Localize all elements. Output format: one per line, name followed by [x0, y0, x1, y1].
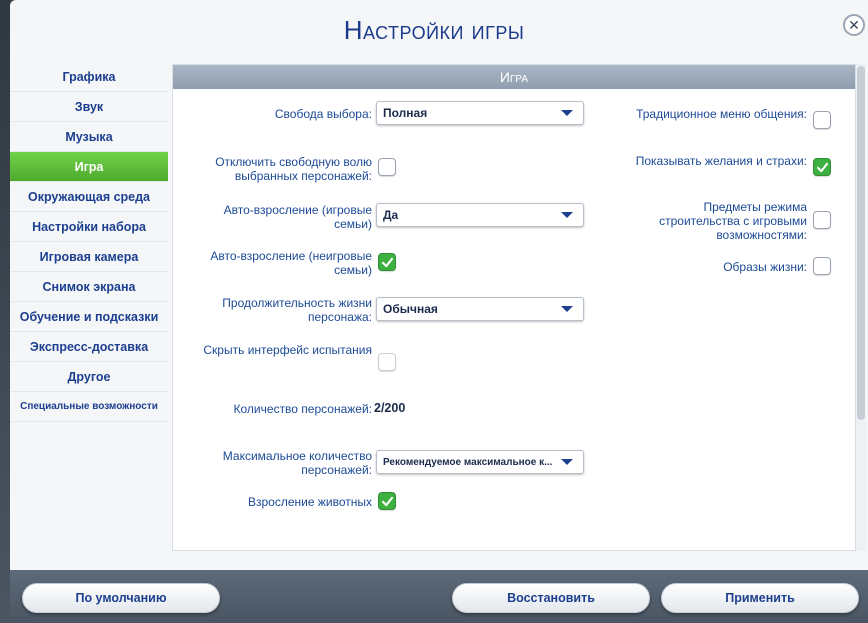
disable-free-will-label: Отключить свободную волю выбранных персо… — [215, 155, 372, 183]
lifestyles-label: Образы жизни: — [723, 260, 807, 274]
sidebar-item-screenshot[interactable]: Снимок экрана — [10, 272, 168, 302]
sidebar-item-delivery[interactable]: Экспресс-доставка — [10, 332, 168, 362]
disable-free-will-checkbox[interactable] — [378, 158, 396, 176]
wants-fears-label: Показывать желания и страхи: — [635, 154, 807, 168]
sidebar-item-tutorial[interactable]: Обучение и подсказки — [10, 302, 168, 332]
close-button[interactable]: ✕ — [843, 14, 865, 36]
pet-aging-label: Взросление животных — [248, 495, 372, 509]
lifespan-value: Обычная — [383, 302, 438, 316]
chevron-down-icon — [561, 212, 573, 218]
chevron-down-icon — [561, 306, 573, 312]
sim-count-label: Количество персонажей: — [233, 402, 372, 416]
sidebar-item-graphics[interactable]: Графика — [10, 62, 168, 92]
defaults-button[interactable]: По умолчанию — [22, 583, 220, 613]
max-sims-label: Максимальное количество персонажей: — [222, 449, 372, 477]
sim-count-value: 2/200 — [374, 401, 406, 415]
lifespan-dropdown[interactable]: Обычная — [376, 297, 584, 321]
sidebar-item-sound[interactable]: Звук — [10, 92, 168, 122]
sidebar-item-environment[interactable]: Окружающая среда — [10, 182, 168, 212]
free-will-label: Свобода выбора: — [274, 107, 372, 121]
sidebar-item-accessibility[interactable]: Специальные возможности — [10, 392, 168, 422]
lifestyles-checkbox[interactable] — [813, 257, 831, 275]
close-icon: ✕ — [848, 17, 860, 33]
checkmark-icon — [381, 496, 393, 506]
sidebar-item-gameplay[interactable]: Игра — [10, 152, 168, 182]
free-will-dropdown[interactable]: Полная — [376, 101, 584, 125]
social-menu-label: Традиционное меню общения: — [636, 107, 807, 121]
dialog-title: Настройки игры — [343, 15, 525, 45]
sidebar-item-other[interactable]: Другое — [10, 362, 168, 392]
aging-unplayed-label: Авто-взросление (неигровые семьи) — [210, 249, 372, 277]
sidebar-item-music[interactable]: Музыка — [10, 122, 168, 152]
game-options-dialog: Настройки игры ✕ Графика Звук Музыка Игр… — [10, 0, 868, 623]
lifespan-label: Продолжительность жизни персонажа: — [222, 296, 372, 324]
panel-header: Игра — [173, 65, 855, 89]
max-sims-value: Рекомендуемое максимальное к... — [383, 456, 553, 468]
restore-button[interactable]: Восстановить — [452, 583, 650, 613]
aging-unplayed-checkbox[interactable] — [378, 253, 396, 271]
background-edge — [0, 0, 10, 623]
sidebar: Графика Звук Музыка Игра Окружающая сред… — [10, 62, 168, 422]
checkmark-icon — [816, 162, 828, 172]
build-items-label: Предметы режима строительства с игровыми… — [659, 200, 807, 242]
max-sims-dropdown[interactable]: Рекомендуемое максимальное к... — [376, 450, 584, 474]
apply-button[interactable]: Применить — [661, 583, 859, 613]
pet-aging-checkbox[interactable] — [378, 492, 396, 510]
free-will-value: Полная — [383, 106, 428, 120]
build-items-checkbox[interactable] — [813, 211, 831, 229]
chevron-down-icon — [561, 459, 573, 465]
checkmark-icon — [381, 257, 393, 267]
chevron-down-icon — [561, 110, 573, 116]
sidebar-item-camera[interactable]: Игровая камера — [10, 242, 168, 272]
hide-challenge-ui-checkbox[interactable] — [378, 353, 396, 371]
wants-fears-checkbox[interactable] — [813, 158, 831, 176]
scrollbar[interactable] — [856, 64, 866, 551]
hide-challenge-ui-label: Скрыть интерфейс испытания — [203, 343, 372, 357]
sidebar-item-pack-settings[interactable]: Настройки набора — [10, 212, 168, 242]
scrollbar-thumb[interactable] — [857, 66, 865, 420]
aging-played-value: Да — [383, 208, 399, 222]
aging-played-dropdown[interactable]: Да — [376, 203, 584, 227]
social-menu-checkbox[interactable] — [813, 111, 831, 129]
aging-played-label: Авто-взросление (игровые семьи) — [223, 203, 372, 231]
